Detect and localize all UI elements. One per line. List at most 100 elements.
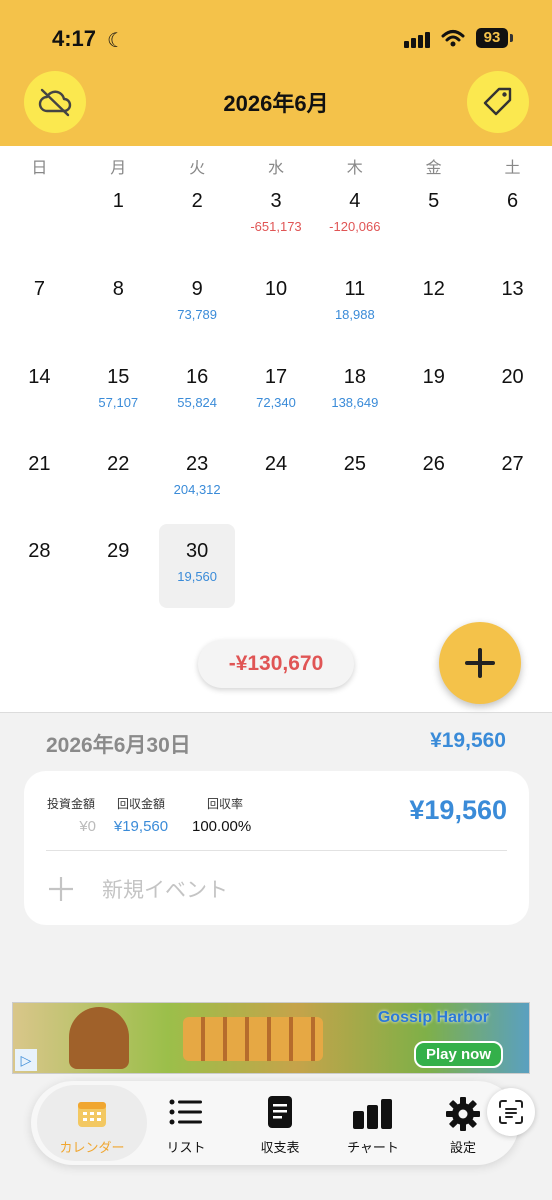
calendar-day-cell[interactable]: 13	[475, 262, 551, 346]
calendar-day-cell[interactable]: 9 73,789	[159, 262, 235, 346]
day-number: 26	[422, 453, 445, 475]
ad-play-button[interactable]: Play now	[413, 1041, 503, 1068]
stat-label: 回収金額	[116, 797, 165, 811]
day-number: 6	[507, 190, 519, 212]
tab-label: カレンダー	[59, 1140, 125, 1155]
selected-date-total: ¥19,560	[430, 729, 506, 752]
cellular-signal-icon	[404, 30, 434, 48]
calendar-day-cell[interactable]: 11 18,988	[317, 262, 393, 346]
day-number: 25	[343, 453, 366, 475]
day-number: 2	[191, 190, 203, 212]
day-number: 5	[428, 190, 440, 212]
day-number: 29	[107, 540, 130, 562]
ad-title: Gossip Harbor	[377, 1009, 489, 1026]
weekday-label: 日	[31, 160, 48, 177]
month-total-badge[interactable]: -¥130,670	[198, 640, 354, 688]
day-number: 17	[264, 366, 288, 388]
calendar-day-cell[interactable]: 28	[1, 524, 77, 608]
day-amount: 19,560	[177, 569, 218, 584]
battery-tip	[510, 34, 513, 42]
calendar-day-cell[interactable]: 20	[475, 350, 551, 434]
day-number: 4	[349, 190, 361, 212]
day-amount: -651,173	[250, 219, 302, 234]
card-divider	[46, 850, 507, 851]
day-number: 1	[112, 190, 124, 212]
tab-list[interactable]: リスト	[151, 1085, 221, 1161]
day-summary-card[interactable]: 投資金額 ¥0 回収金額 ¥19,560 回収率 100.00% ¥19,560…	[24, 771, 529, 925]
day-amount: 72,340	[256, 395, 296, 410]
ad-choices-icon[interactable]: ▷	[15, 1049, 37, 1071]
calendar-day-cell[interactable]: 16 55,824	[159, 350, 235, 434]
calendar-day-cell[interactable]: 8	[80, 262, 156, 346]
tab-label: 収支表	[260, 1140, 300, 1155]
day-number: 22	[107, 453, 130, 475]
calendar-day-cell[interactable]: 1	[80, 174, 156, 258]
day-amount: 55,824	[177, 395, 218, 410]
calendar-day-cell[interactable]: 10	[238, 262, 314, 346]
selected-date-label: 2026年6月30日	[46, 734, 191, 757]
tab-chart[interactable]: チャート	[333, 1085, 413, 1161]
calendar-day-cell[interactable]: 24	[238, 437, 314, 521]
tab-label: リスト	[166, 1140, 206, 1155]
header: 4:17 ☾ 93 2026年6月	[0, 0, 552, 146]
calendar-day-cell[interactable]: 14	[1, 350, 77, 434]
tab-calendar[interactable]: カレンダー	[37, 1085, 147, 1161]
calendar-day-cell[interactable]: 19	[396, 350, 472, 434]
day-number: 30	[186, 540, 209, 562]
plus-icon	[465, 648, 495, 678]
calendar-day-cell[interactable]: 17 72,340	[238, 350, 314, 434]
stat-return-rate: 回収率 100.00%	[176, 795, 251, 835]
day-number: 14	[28, 366, 51, 388]
day-number: 20	[501, 366, 524, 388]
day-number: 11	[344, 278, 366, 300]
day-number: 13	[501, 278, 524, 300]
calendar-day-cell[interactable]: 26	[396, 437, 472, 521]
calendar-day-cell[interactable]: 18 138,649	[317, 350, 393, 434]
calendar-day-cell[interactable]: 12	[396, 262, 472, 346]
scan-button[interactable]	[487, 1088, 535, 1136]
day-amount: 18,988	[334, 307, 375, 322]
day-amount: 57,107	[98, 395, 139, 410]
calendar-day-cell[interactable]: 25	[317, 437, 393, 521]
stat-value: ¥19,560	[113, 818, 169, 835]
new-event-button[interactable]: 新規イベント	[46, 871, 228, 907]
calendar-day-cell[interactable]: 15 57,107	[80, 350, 156, 434]
day-number: 7	[33, 278, 45, 300]
document-icon	[268, 1096, 292, 1128]
calendar-day-cell[interactable]: 21	[1, 437, 77, 521]
calendar-day-cell[interactable]: 7	[1, 262, 77, 346]
ad-character-image	[69, 1007, 129, 1069]
day-amount: 138,649	[331, 395, 379, 410]
day-number: 18	[343, 366, 366, 388]
calendar-day-cell[interactable]: 5	[396, 174, 472, 258]
tab-label: 設定	[449, 1140, 476, 1155]
calendar-day-cell[interactable]: 2	[159, 174, 235, 258]
day-number: 12	[422, 278, 445, 300]
tab-settings[interactable]: 設定	[427, 1085, 499, 1161]
tag-button[interactable]	[467, 71, 529, 133]
calendar-day-cell[interactable]: 6	[475, 174, 551, 258]
list-icon	[169, 1099, 202, 1125]
ad-game-image	[183, 1017, 323, 1061]
day-number: 10	[264, 278, 288, 300]
day-number: 8	[112, 278, 124, 300]
day-number: 27	[501, 453, 524, 475]
calendar-day-cell[interactable]: 23 204,312	[159, 437, 235, 521]
add-event-button[interactable]	[439, 622, 521, 704]
calendar-day-cell[interactable]: 22	[80, 437, 156, 521]
scan-text-icon	[499, 1100, 523, 1124]
calendar-day-cell[interactable]: 4 -120,066	[317, 174, 393, 258]
calendar-day-cell[interactable]: 30 19,560	[159, 524, 236, 608]
calendar-day-cell[interactable]: 27	[475, 437, 551, 521]
ad-banner[interactable]: Gossip Harbor Play now ▷	[12, 1002, 530, 1074]
day-number: 28	[28, 540, 51, 562]
tab-balance-sheet[interactable]: 収支表	[243, 1085, 317, 1161]
calendar-day-cell[interactable]: 29	[80, 524, 156, 608]
calendar-day-cell[interactable]: 3 -651,173	[238, 174, 314, 258]
day-number: 19	[422, 366, 445, 388]
stat-investment: 投資金額 ¥0	[46, 795, 96, 835]
day-number: 24	[264, 453, 288, 475]
status-time: 4:17	[52, 26, 97, 51]
stat-label: 回収率	[206, 797, 243, 811]
wifi-icon	[441, 30, 465, 47]
